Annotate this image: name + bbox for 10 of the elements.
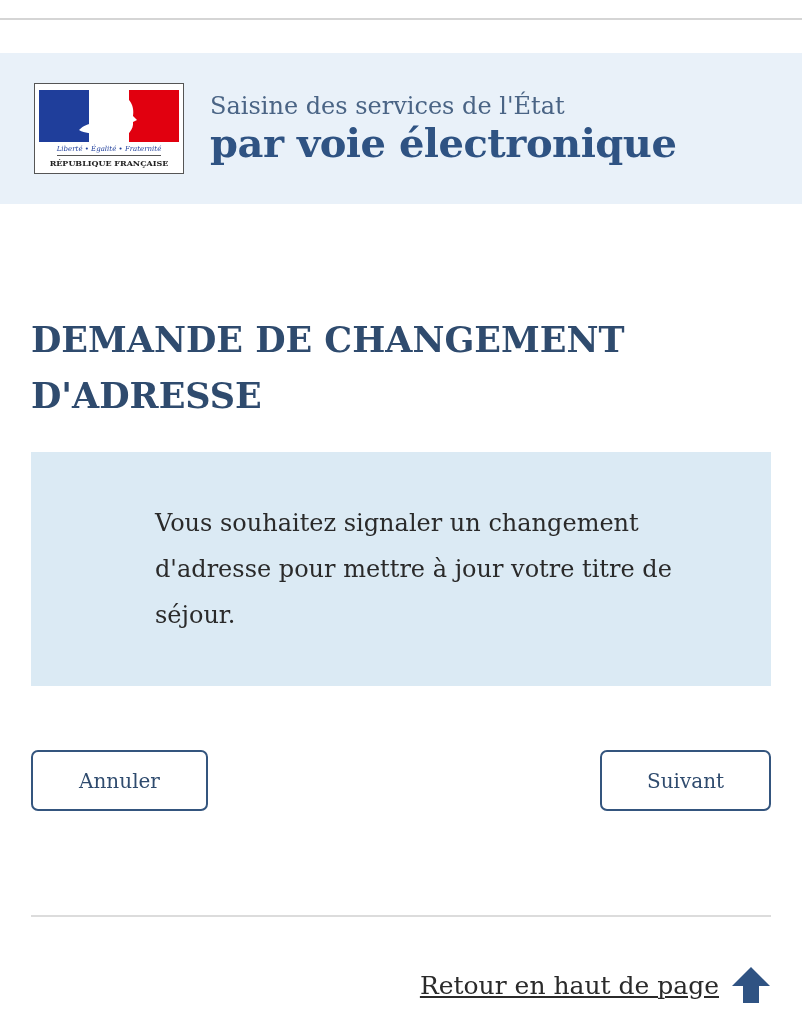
- site-title: par voie électronique: [210, 119, 677, 166]
- info-text: Vous souhaitez signaler un changement d'adresse pour mettre à jour votre titre de séjour.: [155, 508, 673, 631]
- page-heading: DEMANDE DE CHANGEMENT D'ADRESSE: [31, 318, 626, 418]
- up-arrow-icon: [731, 965, 771, 1005]
- marianne-flag-icon: [39, 90, 179, 142]
- back-to-top-link[interactable]: Retour en haut de page: [419, 970, 719, 1000]
- next-button[interactable]: Suivant: [600, 750, 771, 811]
- site-subtitle: Saisine des services de l'État: [210, 91, 566, 120]
- cancel-button[interactable]: Annuler: [31, 750, 208, 811]
- logo-name: RÉPUBLIQUE FRANÇAISE: [49, 158, 169, 168]
